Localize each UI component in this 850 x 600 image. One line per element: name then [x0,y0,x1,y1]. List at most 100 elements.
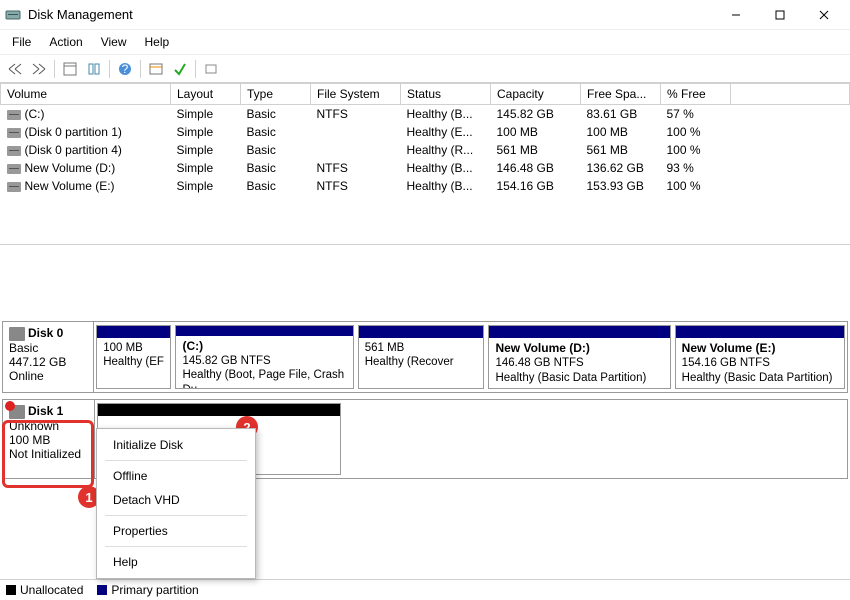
cell [311,141,401,159]
window-title: Disk Management [28,7,714,22]
partition-block[interactable]: New Volume (E:)154.16 GB NTFSHealthy (Ba… [675,325,845,389]
column-header[interactable]: Type [241,84,311,105]
splitter-gap[interactable] [0,245,850,321]
cell: 561 MB [491,141,581,159]
cell: 153.93 GB [581,177,661,195]
cell: Simple [171,123,241,141]
toolbar-btn-1[interactable] [59,58,81,80]
disk-icon [9,405,25,419]
partition-info: New Volume (D:)146.48 GB NTFSHealthy (Ba… [489,338,669,388]
close-button[interactable] [802,1,846,29]
menu-file[interactable]: File [4,32,39,52]
legend-label: Primary partition [111,583,198,597]
partition-info [98,416,340,422]
back-button[interactable] [4,58,26,80]
toolbar-separator [54,60,55,78]
partition-block[interactable]: 100 MBHealthy (EF [96,325,171,389]
cell: 83.61 GB [581,105,661,124]
toolbar-separator [195,60,196,78]
cell: 93 % [661,159,731,177]
cell: (Disk 0 partition 4) [1,141,171,159]
column-header[interactable] [731,84,850,105]
column-header[interactable]: % Free [661,84,731,105]
cell: Basic [241,105,311,124]
cell: 145.82 GB [491,105,581,124]
cell: New Volume (D:) [1,159,171,177]
menu-action[interactable]: Action [41,32,90,52]
ctx-offline[interactable]: Offline [97,464,255,488]
menu-view[interactable]: View [93,32,135,52]
ctx-help[interactable]: Help [97,550,255,574]
toolbar-btn-4[interactable] [169,58,191,80]
partition-color-bar [676,326,844,338]
toolbar-btn-2[interactable] [83,58,105,80]
partition-color-bar [489,326,669,338]
partition-block[interactable]: 561 MBHealthy (Recover [358,325,485,389]
drive-icon [7,110,21,120]
disk-panel: Disk 0Basic447.12 GBOnline100 MBHealthy … [2,321,848,393]
cell: 154.16 GB [491,177,581,195]
maximize-button[interactable] [758,1,802,29]
swatch-primary [97,585,107,595]
drive-icon [7,164,21,174]
ctx-initialize-disk[interactable]: Initialize Disk [97,433,255,457]
drive-icon [7,182,21,192]
toolbar-btn-5[interactable] [200,58,222,80]
menu-help[interactable]: Help [137,32,178,52]
context-menu: Initialize Disk Offline Detach VHD Prope… [96,428,256,579]
ctx-separator [105,546,247,547]
ctx-properties[interactable]: Properties [97,519,255,543]
cell [731,141,850,159]
volume-row[interactable]: New Volume (D:)SimpleBasicNTFSHealthy (B… [1,159,850,177]
forward-button[interactable] [28,58,50,80]
cell: NTFS [311,177,401,195]
cell: Healthy (B... [401,159,491,177]
cell: 100 MB [581,123,661,141]
cell [731,159,850,177]
cell [731,105,850,124]
cell: New Volume (E:) [1,177,171,195]
volume-list[interactable]: VolumeLayoutTypeFile SystemStatusCapacit… [0,83,850,245]
toolbar: ? [0,55,850,83]
cell: Healthy (B... [401,177,491,195]
minimize-button[interactable] [714,1,758,29]
volume-row[interactable]: (Disk 0 partition 1)SimpleBasicHealthy (… [1,123,850,141]
cell: 57 % [661,105,731,124]
drive-icon [7,128,21,138]
disk-label[interactable]: Disk 1Unknown100 MBNot Initialized [3,400,95,478]
cell [731,123,850,141]
cell: NTFS [311,159,401,177]
disk-label[interactable]: Disk 0Basic447.12 GBOnline [3,322,94,392]
volume-table: VolumeLayoutTypeFile SystemStatusCapacit… [0,83,850,195]
legend: Unallocated Primary partition [0,579,850,600]
cell: Healthy (B... [401,105,491,124]
partition-color-bar [97,326,170,338]
column-header[interactable]: Free Spa... [581,84,661,105]
column-header[interactable]: Volume [1,84,171,105]
cell: Healthy (E... [401,123,491,141]
cell: Simple [171,177,241,195]
partition-info: 561 MBHealthy (Recover [359,338,484,373]
ctx-detach-vhd[interactable]: Detach VHD [97,488,255,512]
partition-block[interactable]: New Volume (D:)146.48 GB NTFSHealthy (Ba… [488,325,670,389]
volume-row[interactable]: (Disk 0 partition 4)SimpleBasicHealthy (… [1,141,850,159]
column-header[interactable]: Capacity [491,84,581,105]
volume-row[interactable]: New Volume (E:)SimpleBasicNTFSHealthy (B… [1,177,850,195]
column-header[interactable]: Status [401,84,491,105]
cell: Simple [171,159,241,177]
partition-info: (C:)145.82 GB NTFSHealthy (Boot, Page Fi… [176,336,352,388]
volume-row[interactable]: (C:)SimpleBasicNTFSHealthy (B...145.82 G… [1,105,850,124]
cell: Basic [241,159,311,177]
toolbar-btn-3[interactable] [145,58,167,80]
cell: 100 MB [491,123,581,141]
ctx-separator [105,515,247,516]
column-header[interactable]: File System [311,84,401,105]
cell: (C:) [1,105,171,124]
partition-info: New Volume (E:)154.16 GB NTFSHealthy (Ba… [676,338,844,388]
partition-block[interactable]: (C:)145.82 GB NTFSHealthy (Boot, Page Fi… [175,325,353,389]
cell: Healthy (R... [401,141,491,159]
toolbar-separator [109,60,110,78]
help-icon[interactable]: ? [114,58,136,80]
cell: 100 % [661,123,731,141]
column-header[interactable]: Layout [171,84,241,105]
